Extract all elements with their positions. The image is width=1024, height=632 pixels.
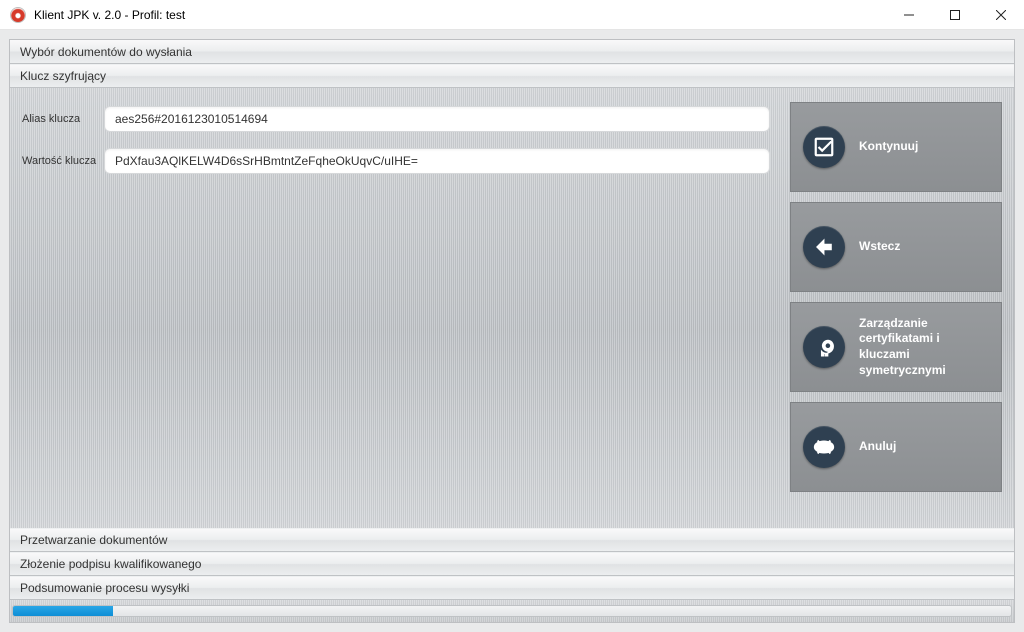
continue-button[interactable]: Kontynuuj [790, 102, 1002, 192]
titlebar: Klient JPK v. 2.0 - Profil: test [0, 0, 1024, 30]
cancel-icon [803, 426, 845, 468]
row-key-value: Wartość klucza [22, 148, 770, 174]
section-label: Złożenie podpisu kwalifikowanego [20, 557, 201, 571]
section-summary[interactable]: Podsumowanie procesu wysyłki [10, 576, 1014, 600]
maximize-button[interactable] [932, 0, 978, 30]
manage-certs-button[interactable]: Zarządzanie certyfikatami i kluczami sym… [790, 302, 1002, 392]
content-row: Alias klucza Wartość klucza [10, 88, 1014, 528]
progress-fill [13, 606, 113, 616]
value-input[interactable] [104, 148, 770, 174]
back-button[interactable]: Wstecz [790, 202, 1002, 292]
section-label: Wybór dokumentów do wysłania [20, 45, 192, 59]
alias-input[interactable] [104, 106, 770, 132]
certs-label: Zarządzanie certyfikatami i kluczami sym… [859, 316, 989, 378]
progress-area [10, 600, 1014, 622]
close-button[interactable] [978, 0, 1024, 30]
key-icon [803, 326, 845, 368]
alias-label: Alias klucza [22, 113, 104, 125]
section-processing[interactable]: Przetwarzanie dokumentów [10, 528, 1014, 552]
window-title: Klient JPK v. 2.0 - Profil: test [34, 8, 185, 22]
row-key-alias: Alias klucza [22, 106, 770, 132]
value-label: Wartość klucza [22, 155, 104, 167]
check-icon [803, 126, 845, 168]
progress-bar [12, 605, 1012, 617]
back-label: Wstecz [859, 239, 989, 255]
window-body: Wybór dokumentów do wysłania Klucz szyfr… [0, 30, 1024, 632]
section-signature[interactable]: Złożenie podpisu kwalifikowanego [10, 552, 1014, 576]
section-encryption-key[interactable]: Klucz szyfrujący [10, 64, 1014, 88]
form-area: Alias klucza Wartość klucza [10, 88, 782, 528]
cancel-label: Anuluj [859, 439, 989, 455]
section-label: Przetwarzanie dokumentów [20, 533, 167, 547]
app-icon [10, 7, 26, 23]
arrow-left-icon [803, 226, 845, 268]
minimize-button[interactable] [886, 0, 932, 30]
continue-label: Kontynuuj [859, 139, 989, 155]
side-buttons: Kontynuuj Wstecz [782, 88, 1014, 528]
section-label: Podsumowanie procesu wysyłki [20, 581, 189, 595]
cancel-button[interactable]: Anuluj [790, 402, 1002, 492]
section-document-selection[interactable]: Wybór dokumentów do wysłania [10, 40, 1014, 64]
section-label: Klucz szyfrujący [20, 69, 106, 83]
